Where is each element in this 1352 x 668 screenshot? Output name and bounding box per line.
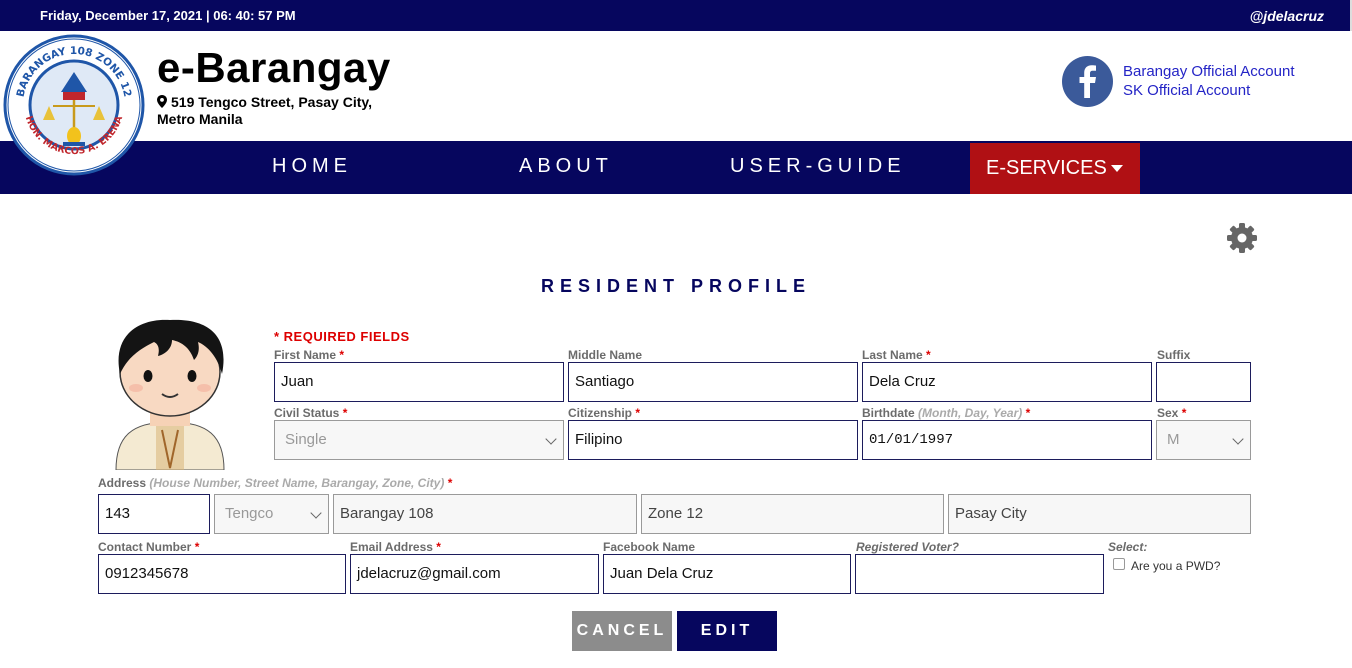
facebook-icon[interactable]: [1062, 56, 1113, 107]
page-title: RESIDENT PROFILE: [540, 276, 811, 296]
suffix-label: Suffix: [1157, 348, 1191, 362]
address-line-1: 519 Tengco Street, Pasay City,: [171, 94, 373, 110]
house-number-field[interactable]: 143: [98, 494, 210, 534]
nav-home[interactable]: HOME: [272, 155, 352, 178]
city-field[interactable]: Pasay City: [948, 494, 1251, 534]
street-select[interactable]: Tengco: [214, 494, 329, 534]
barangay-field[interactable]: Barangay 108: [333, 494, 637, 534]
chevron-down-icon: [1232, 433, 1244, 445]
nav-e-services[interactable]: E-SERVICES: [970, 143, 1140, 194]
barangay-seal-logo[interactable]: BARANGAY 108 ZONE 12 HON. MARCOS A. EREN…: [3, 34, 145, 176]
social-links: Barangay Official Account SK Official Ac…: [1123, 62, 1295, 100]
middle-name-label: Middle Name: [568, 348, 643, 362]
sk-official-link[interactable]: SK Official Account: [1123, 81, 1295, 100]
contact-number-field[interactable]: 0912345678: [98, 554, 346, 594]
pwd-checkbox-label: Are you a PWD?: [1131, 559, 1221, 573]
facebook-name-field[interactable]: Juan Dela Cruz: [603, 554, 851, 594]
email-field[interactable]: jdelacruz@gmail.com: [350, 554, 599, 594]
chevron-down-icon: [545, 433, 557, 445]
sex-label: Sex *: [1157, 406, 1187, 420]
registered-voter-label: Registered Voter?: [856, 540, 959, 554]
nav-about[interactable]: ABOUT: [519, 155, 613, 178]
zone-field[interactable]: Zone 12: [641, 494, 944, 534]
pwd-checkbox[interactable]: [1113, 558, 1125, 570]
citizenship-field[interactable]: Filipino: [568, 420, 858, 460]
select-label: Select:: [1108, 540, 1148, 554]
middle-name-field[interactable]: Santiago: [568, 362, 858, 402]
birthdate-label: Birthdate (Month, Day, Year) *: [862, 406, 1031, 420]
edit-button[interactable]: EDIT: [677, 611, 777, 651]
facebook-name-label: Facebook Name: [603, 540, 696, 554]
nav-e-services-label: E-SERVICES: [986, 157, 1107, 179]
site-address: 519 Tengco Street, Pasay City, Metro Man…: [157, 94, 372, 128]
first-name-field[interactable]: Juan: [274, 362, 564, 402]
email-label: Email Address *: [350, 540, 441, 554]
contact-number-label: Contact Number *: [98, 540, 200, 554]
avatar: [115, 319, 225, 470]
required-fields-note: * REQUIRED FIELDS: [274, 329, 410, 344]
suffix-field[interactable]: [1156, 362, 1251, 402]
sex-select[interactable]: M: [1156, 420, 1251, 460]
gear-icon[interactable]: [1226, 222, 1258, 254]
user-handle[interactable]: @jdelacruz: [1250, 8, 1324, 24]
address-label: Address (House Number, Street Name, Bara…: [98, 476, 453, 490]
caret-down-icon: [1110, 165, 1123, 173]
chevron-down-icon: [310, 507, 322, 519]
registered-voter-field[interactable]: [855, 554, 1104, 594]
birthdate-field[interactable]: 01/01/1997: [862, 420, 1152, 460]
last-name-label: Last Name *: [862, 348, 931, 362]
main-nav: HOME ABOUT USER-GUIDE E-SERVICES: [0, 141, 1352, 194]
civil-status-select[interactable]: Single: [274, 420, 564, 460]
nav-user-guide[interactable]: USER-GUIDE: [730, 155, 906, 178]
citizenship-label: Citizenship *: [568, 406, 641, 420]
top-bar: Friday, December 17, 2021 | 06: 40: 57 P…: [0, 0, 1352, 31]
map-marker-icon: [157, 95, 167, 108]
cancel-button[interactable]: CANCEL: [572, 611, 672, 651]
barangay-official-link[interactable]: Barangay Official Account: [1123, 62, 1295, 81]
civil-status-label: Civil Status *: [274, 406, 348, 420]
address-line-2: Metro Manila: [157, 111, 243, 127]
datetime-text: Friday, December 17, 2021 | 06: 40: 57 P…: [40, 8, 296, 23]
first-name-label: First Name *: [274, 348, 345, 362]
last-name-field[interactable]: Dela Cruz: [862, 362, 1152, 402]
site-title: e-Barangay: [157, 44, 391, 91]
